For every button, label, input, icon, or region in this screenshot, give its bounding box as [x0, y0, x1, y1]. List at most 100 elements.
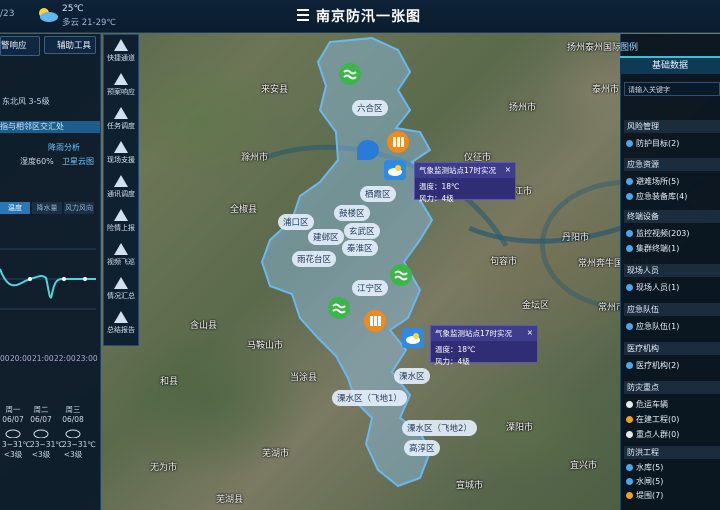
cloud-icon — [33, 429, 49, 438]
time-tick: 23:00 — [76, 354, 98, 363]
onsite-support-label: 现场支援 — [107, 156, 135, 164]
legend-item[interactable]: 应急队伍(1) — [626, 321, 679, 332]
map-city-label: 溧阳市 — [506, 423, 534, 433]
category-header[interactable]: 现场人员 — [624, 264, 720, 277]
legend-item[interactable]: 重点人群(0) — [626, 429, 679, 440]
district-label[interactable]: 六合区 — [352, 100, 388, 116]
legend-item[interactable]: 医疗机构(2) — [626, 360, 679, 371]
tab-wind[interactable]: 风力风向 — [64, 202, 94, 214]
search-input[interactable]: 请输入关键字 — [624, 82, 720, 96]
map-city-label: 句容市 — [490, 257, 518, 267]
drone-icon — [114, 243, 128, 255]
tab-temperature[interactable]: 温度 — [0, 202, 30, 214]
category-header[interactable]: 应急队伍 — [624, 303, 720, 316]
category-header[interactable]: 终端设备 — [624, 210, 720, 223]
close-icon[interactable]: × — [505, 165, 511, 174]
camera-icon — [626, 230, 633, 237]
legend-item[interactable]: 水闸(5) — [626, 476, 663, 487]
legend-item-label: 重点人群(0) — [636, 430, 680, 439]
highlight-text: 指与相邻区交汇处 — [0, 122, 64, 131]
map-city-label: 金坛区 — [522, 301, 550, 311]
aux-tools-button[interactable]: 辅助工具 — [44, 36, 96, 54]
category-header[interactable]: 应急资源 — [624, 158, 720, 171]
legend-item-label: 堤围(7) — [636, 491, 664, 500]
alert-response-button[interactable]: 警响应 — [0, 36, 40, 56]
legend-item[interactable]: 水库(5) — [626, 462, 663, 473]
close-icon[interactable]: × — [527, 328, 533, 337]
reservoir-marker-icon[interactable] — [339, 63, 361, 85]
summary-label: 情况汇总 — [107, 292, 135, 300]
category-header[interactable]: 风险管理 — [624, 120, 720, 133]
video-patrol-button[interactable]: 视频飞巡 — [104, 239, 138, 273]
legend-item[interactable]: 堤围(7) — [626, 490, 663, 501]
tab-basic-data[interactable]: 基础数据 — [620, 56, 720, 74]
satellite-link[interactable]: 卫星云图 — [62, 156, 94, 167]
legend-item[interactable]: 现场人员(1) — [626, 282, 679, 293]
construction-marker-icon[interactable] — [387, 131, 409, 153]
menu-icon[interactable] — [297, 9, 309, 21]
forecast-temp: 23~31℃ — [30, 440, 64, 449]
legend-item[interactable]: 在建工程(0) — [626, 414, 679, 425]
tab-rainfall[interactable]: 降水量 — [32, 202, 62, 214]
date-text: /23 — [0, 9, 15, 19]
reservoir-marker-icon[interactable] — [390, 264, 412, 286]
category-header[interactable]: 防灾重点 — [624, 381, 720, 394]
legend-item[interactable]: 避难场所(5) — [626, 176, 679, 187]
hazard-report-button[interactable]: 险情上报 — [104, 205, 138, 239]
map-city-label: 当涂县 — [290, 373, 318, 383]
rain-analysis-link[interactable]: 降雨分析 — [48, 142, 80, 153]
category-header[interactable]: 防洪工程 — [624, 446, 720, 459]
district-label[interactable]: 秦淮区 — [342, 240, 378, 256]
forecast-wind: <3级 — [63, 450, 83, 459]
legend-item[interactable]: 危运车辆 — [626, 399, 668, 410]
forecast-date: 06/08 — [62, 415, 84, 424]
legend-item-label: 监控视频(203) — [636, 229, 690, 238]
popup-temp: 温度：18℃ — [435, 345, 476, 354]
location-pin-icon[interactable] — [357, 140, 379, 160]
forecast-wind: <3级 — [31, 450, 51, 459]
radio-icon — [626, 245, 633, 252]
legend-item[interactable]: 集群终端(1) — [626, 243, 679, 254]
support-icon — [114, 141, 128, 153]
onsite-support-button[interactable]: 现场支援 — [104, 137, 138, 171]
popup-wind: 风力：4级 — [419, 194, 454, 203]
district-label[interactable]: 栖霞区 — [360, 186, 396, 202]
forecast-temp: 23~31℃ — [62, 440, 96, 449]
weather-station-icon[interactable] — [384, 160, 406, 180]
left-panel: 警响应 辅助工具 东北风 3-5级 指与相邻区交汇处 降雨分析 湿度60% 卫星… — [0, 34, 101, 510]
page-title: 南京防汛一张图 — [316, 9, 421, 25]
district-label[interactable]: 江宁区 — [352, 280, 388, 296]
district-label[interactable]: 溧水区（飞地1） — [332, 390, 407, 406]
district-label[interactable]: 溧水区 — [394, 368, 430, 384]
video-patrol-label: 视频飞巡 — [107, 258, 135, 266]
construction-marker-icon[interactable] — [364, 310, 386, 332]
weather-station-icon[interactable] — [402, 328, 424, 348]
plan-response-button[interactable]: 预案响应 — [104, 69, 138, 103]
map-city-label: 无为市 — [150, 463, 178, 473]
legend-item[interactable]: 监控视频(203) — [626, 228, 690, 239]
district-label[interactable]: 建邺区 — [308, 229, 344, 245]
district-label[interactable]: 玄武区 — [344, 223, 380, 239]
district-label[interactable]: 鼓楼区 — [334, 205, 370, 221]
legend-item[interactable]: 应急装备库(4) — [626, 191, 687, 202]
shortcut-label: 快捷通道 — [107, 54, 135, 62]
legend-item-label: 水闸(5) — [636, 477, 664, 486]
legend-item-label: 防护目标(2) — [636, 139, 680, 148]
report-button[interactable]: 总结报告 — [104, 307, 138, 341]
task-dispatch-button[interactable]: 任务调度 — [104, 103, 138, 137]
summary-button[interactable]: 情况汇总 — [104, 273, 138, 307]
highlight-row[interactable]: 指与相邻区交汇处 — [0, 121, 100, 133]
district-label[interactable]: 溧水区（飞地2） — [402, 420, 477, 436]
category-header[interactable]: 医疗机构 — [624, 342, 720, 355]
comms-dispatch-button[interactable]: 通讯调度 — [104, 171, 138, 205]
legend-item[interactable]: 防护目标(2) — [626, 138, 679, 149]
reservoir-marker-icon[interactable] — [328, 297, 350, 319]
weather-popup[interactable]: 气象监测站点17时实况 × 温度：18℃ 风力：4级 — [414, 162, 516, 203]
hazard-report-label: 险情上报 — [107, 224, 135, 232]
district-label[interactable]: 高淳区 — [404, 440, 440, 456]
map-city-label: 宜兴市 — [570, 461, 598, 471]
district-label[interactable]: 雨花台区 — [292, 251, 337, 267]
shortcut-button[interactable]: 快捷通道 — [104, 35, 138, 69]
weather-popup[interactable]: 气象监测站点17时实况 × 温度：18℃ 风力：4级 — [430, 325, 538, 366]
district-label[interactable]: 浦口区 — [278, 214, 314, 230]
